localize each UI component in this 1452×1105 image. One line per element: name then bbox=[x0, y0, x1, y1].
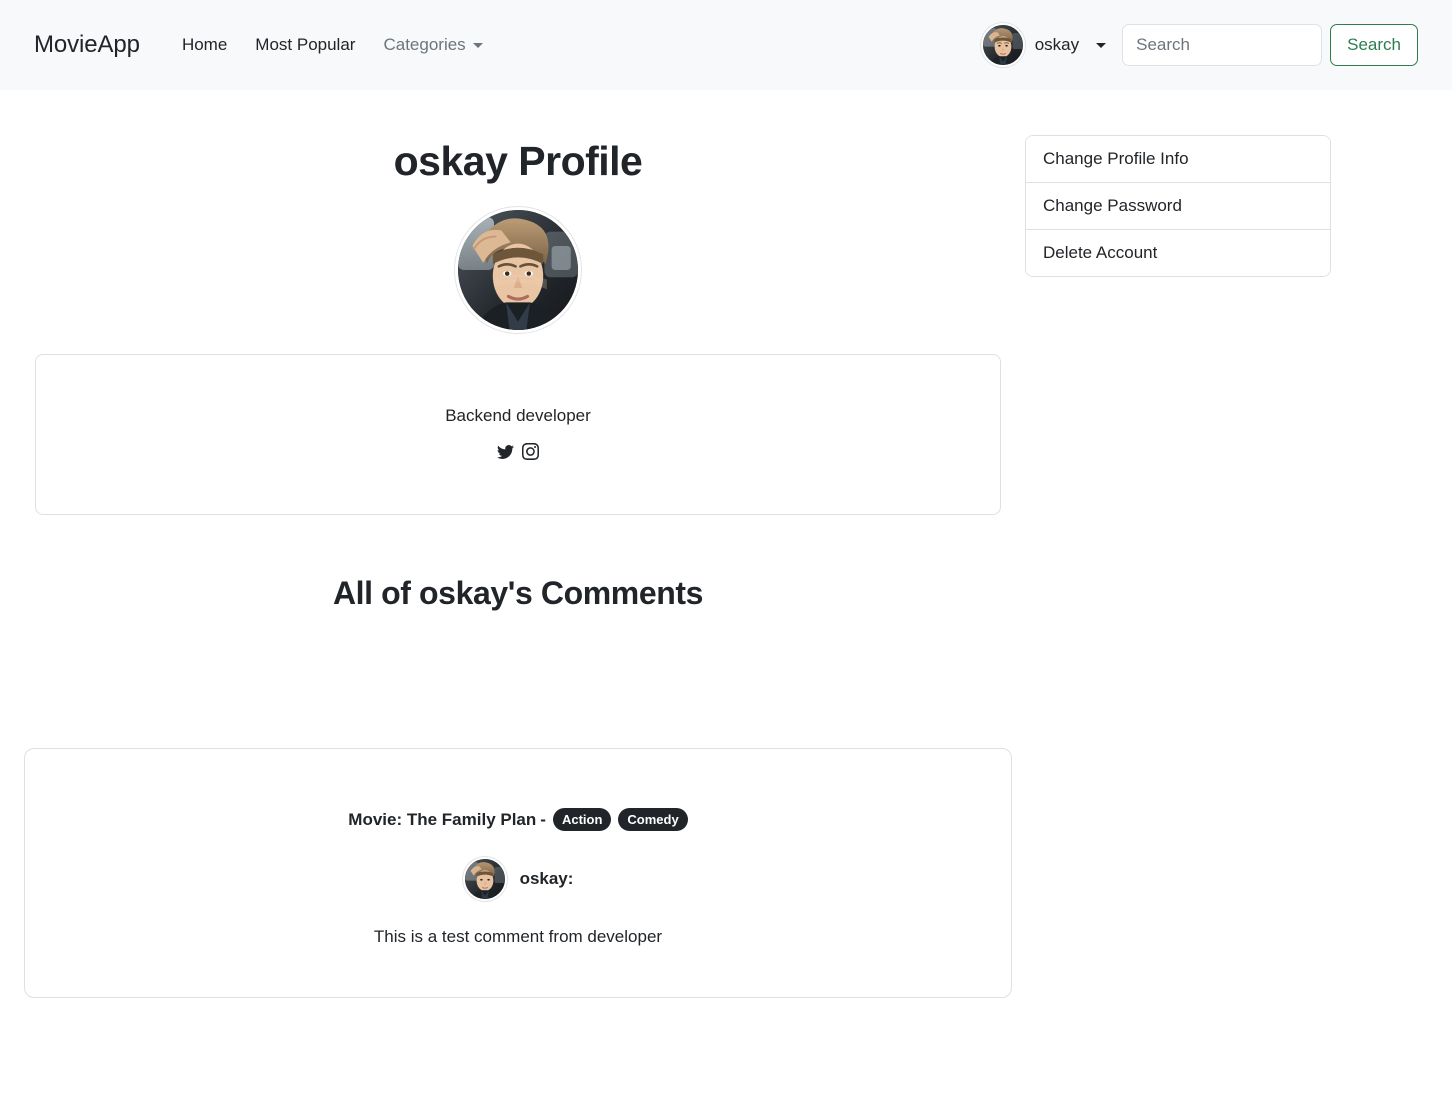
nav-link-categories[interactable]: Categories bbox=[369, 27, 496, 63]
user-menu[interactable]: oskay bbox=[973, 19, 1114, 71]
genre-badge-action[interactable]: Action bbox=[552, 808, 612, 831]
comment-separator: - bbox=[540, 809, 546, 829]
chevron-down-icon bbox=[1096, 42, 1107, 48]
top-navbar: MovieApp Home Most Popular Categories os… bbox=[0, 0, 1452, 90]
sidebar-item-change-profile-info[interactable]: Change Profile Info bbox=[1026, 136, 1330, 183]
navbar-right: oskay Search bbox=[973, 19, 1418, 71]
sidebar-item-change-password[interactable]: Change Password bbox=[1026, 183, 1330, 230]
nav-link-most-popular[interactable]: Most Popular bbox=[241, 27, 369, 63]
brand-logo[interactable]: MovieApp bbox=[34, 31, 140, 59]
account-actions-panel: Change Profile Info Change Password Dele… bbox=[1025, 135, 1331, 277]
nav-link-home[interactable]: Home bbox=[168, 27, 241, 63]
comment-card: Movie: The Family Plan - Action Comedy o… bbox=[24, 748, 1012, 998]
profile-main: oskay Profile Backend developer All of o… bbox=[35, 126, 1001, 612]
avatar bbox=[462, 857, 507, 901]
comments-heading: All of oskay's Comments bbox=[332, 575, 704, 611]
comment-text: This is a test comment from developer bbox=[373, 927, 663, 946]
bio-card: Backend developer bbox=[35, 354, 1001, 515]
nav-links: Home Most Popular Categories bbox=[168, 27, 497, 63]
sidebar-item-delete-account[interactable]: Delete Account bbox=[1026, 230, 1330, 276]
bio-text: Backend developer bbox=[445, 406, 591, 425]
twitter-icon[interactable] bbox=[497, 443, 514, 460]
nav-link-categories-label: Categories bbox=[383, 35, 466, 54]
chevron-down-icon bbox=[472, 43, 483, 49]
comment-movie-line: Movie: The Family Plan - Action Comedy bbox=[348, 808, 688, 831]
social-links bbox=[497, 443, 539, 460]
search-button[interactable]: Search bbox=[1330, 24, 1418, 66]
genre-badge-comedy[interactable]: Comedy bbox=[618, 808, 688, 831]
comment-author-name: oskay: bbox=[519, 869, 574, 888]
search-form: Search bbox=[1122, 24, 1418, 66]
comment-author-row: oskay: bbox=[462, 857, 574, 901]
instagram-icon[interactable] bbox=[522, 443, 539, 460]
profile-avatar-wrap bbox=[35, 207, 1001, 333]
list-group: Change Profile Info Change Password Dele… bbox=[1025, 135, 1331, 277]
user-menu-label: oskay bbox=[1034, 35, 1080, 54]
avatar bbox=[980, 23, 1025, 67]
search-input[interactable] bbox=[1122, 24, 1323, 66]
profile-avatar bbox=[455, 207, 581, 333]
page-title: oskay Profile bbox=[393, 138, 643, 184]
comment-movie-title: Movie: The Family Plan bbox=[348, 809, 537, 829]
